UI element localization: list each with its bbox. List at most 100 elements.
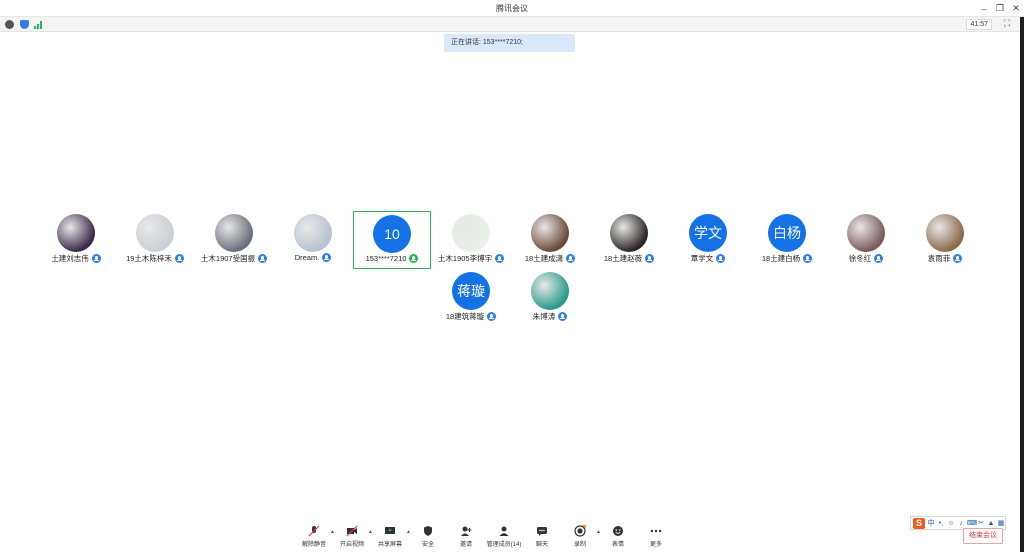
share-screen-icon [384, 525, 396, 537]
share-screen-label: 共享屏幕 [377, 542, 402, 548]
reactions-button[interactable]: 表情 [599, 522, 637, 550]
participant-tile[interactable]: 18土建成潇 [511, 211, 589, 269]
grid-icon[interactable]: ▦ [997, 519, 1005, 527]
participant-name-row: 徐冬红 [821, 253, 911, 264]
participant-name: 18土建赵薇 [603, 254, 643, 263]
participant-name: 153****7210 [365, 254, 407, 263]
end-meeting-button[interactable]: 结束会议 [963, 528, 1003, 544]
participant-tile[interactable]: 徐冬红 [827, 211, 905, 269]
minimize-icon[interactable]: – [976, 0, 992, 17]
start-video-label: 开启视频 [339, 542, 364, 548]
camera-off-icon [346, 525, 358, 537]
speaking-banner: 正在讲话: 153****7210; [444, 34, 575, 52]
participant-tile[interactable]: 10 153****7210 [353, 211, 431, 269]
bottom-toolbar: 解除静音 ▲ 开启视频 ▲ 共享屏幕 ▲ 安全 邀请 管理成员(14) 聊天 录… [295, 522, 675, 550]
meeting-info-bar: 41:57 ⛶ [0, 17, 1020, 32]
participant-tile[interactable]: Dream. [274, 211, 352, 269]
participant-name-row: 土木1905李博宇 [426, 253, 516, 264]
avatar [926, 214, 964, 252]
punctuation-icon[interactable]: •, [937, 520, 945, 527]
participant-tile[interactable]: 袁雨菲 [906, 211, 984, 269]
microphone-icon [566, 254, 576, 263]
participant-name-row: 19土木陈梓禾 [110, 253, 200, 264]
record-button[interactable]: 录制 ▲ [561, 522, 601, 550]
security-label: 安全 [421, 542, 434, 548]
participant-name-row: 袁雨菲 [900, 253, 990, 264]
participant-tile[interactable]: 19土木陈梓禾 [116, 211, 194, 269]
shield-icon [422, 525, 434, 537]
fullscreen-icon[interactable]: ⛶ [1004, 18, 1010, 29]
security-button[interactable]: 安全 [409, 522, 447, 550]
members-label: 管理成员(14) [486, 542, 522, 548]
avatar [294, 214, 332, 252]
avatar [57, 214, 95, 252]
avatar [531, 214, 569, 252]
window-title: 腾讯会议 [496, 4, 528, 13]
participant-tile[interactable]: 蒋璇 18建筑蒋璇 [432, 269, 510, 327]
participant-tile[interactable]: 学文 覃学文 [669, 211, 747, 269]
chat-label: 聊天 [535, 542, 548, 548]
participant-name-row: 18土建白杨 [742, 253, 832, 264]
unmute-label: 解除静音 [301, 542, 326, 548]
start-video-button[interactable]: 开启视频 ▲ [333, 522, 373, 550]
invite-icon [460, 525, 472, 537]
close-icon[interactable]: ✕ [1008, 0, 1024, 17]
avatar [610, 214, 648, 252]
voice-icon[interactable]: ♪ [957, 520, 965, 527]
manage-members-button[interactable]: 管理成员(14) [485, 522, 523, 550]
record-icon [574, 525, 586, 537]
participant-name: 徐冬红 [848, 254, 872, 263]
microphone-icon [174, 254, 184, 263]
microphone-icon [258, 254, 268, 263]
participant-name-row: 朱博涛 [505, 311, 595, 322]
info-icon[interactable] [5, 20, 14, 29]
more-button[interactable]: 更多 [637, 522, 675, 550]
participant-name: 土建刘志伟 [51, 254, 89, 263]
unmute-button[interactable]: 解除静音 ▲ [295, 522, 335, 550]
participant-name-row: 土建刘志伟 [31, 253, 121, 264]
participant-name: 土木1905李博宇 [437, 254, 493, 263]
tools-icon[interactable]: ✂ [977, 519, 985, 527]
ime-mode[interactable]: 中 [927, 518, 935, 528]
participant-name: 袁雨菲 [927, 254, 951, 263]
avatar [452, 214, 490, 252]
avatar [531, 272, 569, 310]
invite-button[interactable]: 邀请 [447, 522, 485, 550]
shield-icon[interactable] [20, 20, 29, 29]
more-icon [650, 525, 662, 537]
participant-name-row: 土木1907受国振 [189, 253, 279, 264]
participant-tile[interactable]: 土木1907受国振 [195, 211, 273, 269]
microphone-icon [322, 253, 332, 262]
participant-name: 18土建成潇 [524, 254, 564, 263]
more-label: 更多 [649, 542, 662, 548]
participant-tile[interactable]: 白杨 18土建白杨 [748, 211, 826, 269]
skin-icon[interactable]: ▲ [987, 520, 995, 527]
avatar [847, 214, 885, 252]
microphone-icon [487, 312, 497, 321]
avatar: 蒋璇 [452, 272, 490, 310]
participant-name: 19土木陈梓禾 [126, 254, 172, 263]
keyboard-icon[interactable]: ⌨ [967, 519, 977, 527]
participant-tile[interactable]: 土建刘志伟 [37, 211, 115, 269]
participant-tile[interactable]: 朱博涛 [511, 269, 589, 327]
avatar: 白杨 [768, 214, 806, 252]
share-screen-button[interactable]: 共享屏幕 ▲ [371, 522, 411, 550]
sogou-logo-icon[interactable]: S [913, 517, 925, 529]
participant-tile[interactable]: 18土建赵薇 [590, 211, 668, 269]
participant-name: 朱博涛 [532, 312, 556, 321]
microphone-icon [716, 254, 726, 263]
restore-icon[interactable]: ❐ [992, 0, 1008, 17]
participant-name: Dream. [294, 253, 320, 262]
participant-name-row: 18土建成潇 [505, 253, 595, 264]
microphone-icon [803, 254, 813, 263]
microphone-icon [409, 254, 419, 263]
avatar [136, 214, 174, 252]
microphone-icon [645, 254, 655, 263]
chat-button[interactable]: 聊天 [523, 522, 561, 550]
participant-tile[interactable]: 土木1905李博宇 [432, 211, 510, 269]
microphone-muted-icon [308, 525, 320, 537]
microphone-icon [91, 254, 101, 263]
participant-name-row: 18建筑蒋璇 [426, 311, 516, 322]
signal-icon[interactable] [34, 20, 43, 29]
emoji-icon[interactable]: ☺ [947, 520, 955, 527]
